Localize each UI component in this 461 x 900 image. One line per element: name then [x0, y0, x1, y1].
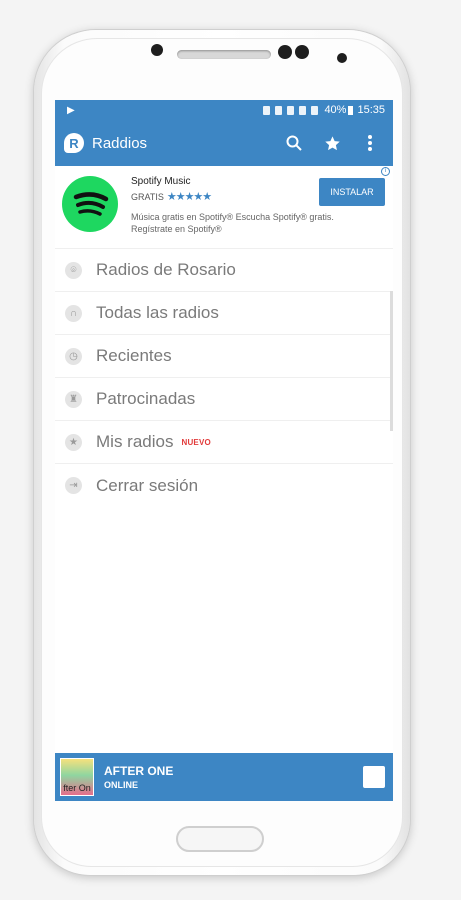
front-sensor-left	[278, 45, 292, 59]
app-title: Raddios	[92, 134, 148, 152]
logout-icon: ⇥	[65, 477, 82, 494]
star-icon: ★	[65, 433, 82, 451]
wifi-icon	[299, 105, 307, 115]
battery-level: 40%	[324, 104, 347, 116]
more-vert-icon	[368, 135, 372, 151]
station-status: ONLINE	[104, 780, 139, 790]
new-badge: NUEVO	[181, 437, 211, 447]
adchoices-icon[interactable]: i	[381, 167, 390, 176]
ad-price: GRATIS	[131, 191, 164, 202]
home-button[interactable]	[176, 826, 264, 852]
station-thumbnail: fter On	[60, 758, 94, 796]
ad-rating: GRATIS ★★★★★	[131, 190, 212, 203]
menu-item-recientes[interactable]: ◷ Recientes	[55, 335, 393, 378]
trophy-icon: ♜	[65, 390, 82, 408]
signal-icon	[311, 105, 319, 115]
menu-item-label: Patrocinadas	[96, 389, 196, 408]
menu-item-label: Mis radios	[96, 432, 174, 451]
phone-screen: ▶ 40% 15:35 R Raddios Spotify Music GRAT…	[55, 100, 393, 801]
menu-item-label: Recientes	[96, 346, 172, 365]
status-bar: ▶ 40% 15:35	[55, 100, 393, 120]
star-icon	[324, 135, 340, 150]
station-thumbnail-text: fter On	[63, 783, 91, 793]
now-playing-bar[interactable]: fter On AFTER ONE ONLINE	[55, 753, 393, 801]
search-icon	[286, 135, 302, 151]
menu-item-label: Todas las radios	[96, 303, 219, 322]
stop-button[interactable]	[363, 766, 385, 788]
overflow-menu-button[interactable]	[355, 128, 385, 158]
player-info: AFTER ONE ONLINE	[104, 764, 363, 790]
search-button[interactable]	[279, 128, 309, 158]
app-logo-letter: R	[69, 135, 79, 151]
app-bar: R Raddios	[55, 120, 393, 166]
status-icons	[263, 105, 319, 115]
mute-icon	[275, 105, 283, 115]
history-icon: ◷	[65, 347, 82, 365]
menu-item-cerrar-sesion[interactable]: ⇥ Cerrar sesión	[55, 464, 393, 507]
scrollbar[interactable]	[390, 291, 393, 431]
navigation-menu: ⌾ Radios de Rosario ∩ Todas las radios ◷…	[55, 249, 393, 507]
menu-item-radios-de-rosario[interactable]: ⌾ Radios de Rosario	[55, 249, 393, 292]
rating-stars-icon: ★★★★★	[166, 191, 212, 203]
menu-item-todas-las-radios[interactable]: ∩ Todas las radios	[55, 292, 393, 335]
spotify-logo-icon	[62, 176, 118, 232]
ad-app-name: Spotify Music	[131, 176, 191, 187]
menu-item-mis-radios[interactable]: ★ Mis radios NUEVO	[55, 421, 393, 464]
lock-icon	[263, 105, 271, 115]
menu-item-patrocinadas[interactable]: ♜ Patrocinadas	[55, 378, 393, 421]
menu-item-label: Cerrar sesión	[96, 475, 199, 495]
battery-icon	[348, 105, 354, 115]
menu-item-label: Radios de Rosario	[96, 260, 236, 279]
station-name: AFTER ONE	[104, 764, 174, 778]
app-logo-icon: R	[64, 133, 84, 153]
status-time: 15:35	[357, 104, 385, 116]
ad-banner[interactable]: Spotify Music GRATIS ★★★★★ Música gratis…	[55, 166, 393, 249]
install-button[interactable]: INSTALAR	[319, 178, 385, 206]
front-camera	[337, 53, 347, 63]
proximity-sensor	[151, 44, 163, 56]
vibrate-icon	[287, 105, 295, 115]
front-sensor-right	[295, 45, 309, 59]
earpiece-speaker	[177, 50, 271, 59]
location-pin-icon: ⌾	[65, 261, 82, 279]
play-store-notification-icon: ▶	[67, 104, 75, 116]
favorites-button[interactable]	[317, 128, 347, 158]
headphones-icon: ∩	[65, 304, 82, 322]
ad-description: Música gratis en Spotify® Escucha Spotif…	[131, 212, 334, 234]
